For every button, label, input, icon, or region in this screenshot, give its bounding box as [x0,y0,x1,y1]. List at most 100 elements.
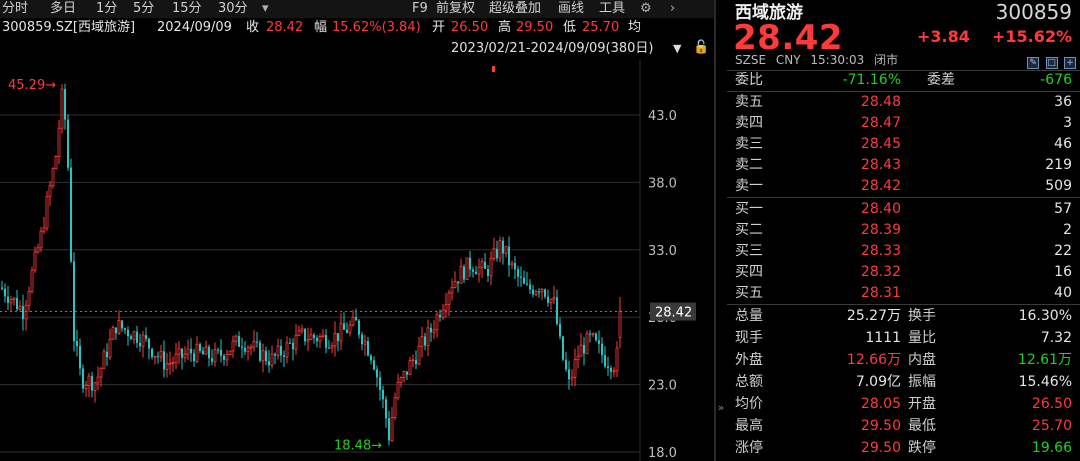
collapse-panel-icon[interactable]: » [715,398,727,418]
currency: CNY [775,53,801,67]
super-overlay-button[interactable]: 超级叠加 [489,0,541,18]
stat-value: 25.70 [1031,418,1072,434]
edit-icon[interactable]: ✎ [1027,57,1040,69]
candle-body [223,355,225,360]
candle-body [45,196,49,229]
candle-body [480,261,484,268]
candle-body [106,351,108,358]
bid-row[interactable]: 买五 28.31 40 [727,283,1080,304]
candle-body [544,289,546,297]
candle-body [64,89,66,120]
candle-body [165,363,169,370]
stat-value: 29.50 [860,440,901,456]
candle-body [241,346,243,348]
market-meta: SZSE CNY 15:30:03 闭市 [735,52,904,68]
candle-body [204,346,208,355]
candle-body [316,337,318,342]
candle-body [612,370,616,373]
candle-body [484,261,486,269]
window-icon[interactable]: □ [1045,57,1058,69]
candle-body [91,376,93,391]
date-range-text[interactable]: 2023/02/21-2024/09/09(380日) [451,40,654,58]
candlestick-svg[interactable]: 43.038.033.028.023.018.028.4245.29→18.48… [0,60,714,461]
bid-row[interactable]: 买一 28.40 57 [727,199,1080,220]
stat-label: 跌停 [908,440,936,456]
bid-volume: 16 [1054,264,1072,280]
f9-button[interactable]: F9 [412,0,428,18]
candle-body [297,330,301,336]
candle-body [355,317,357,321]
candle-body [417,345,421,365]
candle-body [48,185,52,198]
event-flag-icon [492,66,495,72]
candle-body [24,304,28,320]
forward-adjust-button[interactable]: 前复权 [436,0,475,18]
candle-body [469,257,471,270]
candle-body [426,327,430,346]
bid-price: 28.31 [860,285,901,301]
tools-button[interactable]: 工具 [599,0,625,18]
bid-row[interactable]: 买四 28.32 16 [727,262,1080,283]
stat-label: 涨停 [735,440,763,456]
stat-value: 12.61万 [1017,352,1072,368]
pane-divider[interactable] [714,0,716,461]
stat-value: 15.46% [1018,374,1072,390]
candle-body [234,335,238,342]
candle-body [309,334,313,340]
period-tab-30min[interactable]: 30分 [218,0,248,18]
candle-body [270,353,274,366]
ask-price: 28.47 [860,115,901,131]
candle-body [99,367,103,378]
bid-level-label: 买四 [735,264,763,280]
bid-row[interactable]: 买三 28.33 22 [727,241,1080,262]
candle-body [183,353,187,359]
stats-row: 最高 29.50 最低 25.70 [727,416,1080,437]
candle-body [225,354,229,361]
stat-value: 29.50 [860,418,901,434]
candle-body [318,336,322,342]
candle-body [337,333,339,341]
ask-row[interactable]: 卖四 28.47 3 [727,113,1080,134]
candle-body [12,297,16,301]
unlock-icon[interactable]: 🔓 [693,39,709,57]
kline-chart-pane[interactable]: 分时 多日 1分 5分 15分 30分 ▾ F9 前复权 超级叠加 画线 工具 … [0,0,714,461]
candle-body [186,348,190,355]
add-watchlist-icon[interactable]: + [1064,57,1076,69]
stat-label: 总额 [735,374,763,390]
ask-level-label: 卖四 [735,115,763,131]
candle-body [402,370,406,378]
candle-body [508,246,510,265]
candle-body [130,336,132,340]
settings-gear-icon[interactable]: ⚙ [640,0,652,18]
candle-body [576,355,580,361]
candle-body [534,291,538,295]
candle-body [289,342,291,344]
stat-label: 振幅 [908,374,936,390]
ask-row[interactable]: 卖一 28.42 509 [727,176,1080,197]
chevron-right-icon[interactable]: › [670,0,675,18]
high-value: 29.50 [516,20,554,35]
draw-line-button[interactable]: 画线 [558,0,584,18]
candle-body [367,341,369,356]
stat-value: 19.66 [1031,440,1072,456]
period-tab-multiday[interactable]: 多日 [50,0,76,18]
period-tab-1min[interactable]: 1分 [96,0,117,18]
price-change-pct: +15.62% [991,27,1072,46]
range-dropdown-icon[interactable]: ▼ [673,40,681,58]
period-dropdown-icon[interactable]: ▾ [262,0,269,18]
bid-volume: 2 [1063,222,1072,238]
market-status: 闭市 [874,53,899,67]
period-tab-15min[interactable]: 15分 [172,0,202,18]
ask-row[interactable]: 卖二 28.43 219 [727,155,1080,176]
candle-body [292,342,294,350]
bid-row[interactable]: 买二 28.39 2 [727,220,1080,241]
candle-body [399,377,403,383]
period-tab-intraday[interactable]: 分时 [2,0,28,18]
candle-body [268,361,270,366]
ask-row[interactable]: 卖三 28.45 46 [727,134,1080,155]
period-tab-5min[interactable]: 5分 [133,0,154,18]
stat-label: 均价 [735,396,763,412]
ask-row[interactable]: 卖五 28.48 36 [727,92,1080,113]
candlestick-plot[interactable]: 43.038.033.028.023.018.028.4245.29→18.48… [0,60,714,461]
candle-body [435,314,439,331]
